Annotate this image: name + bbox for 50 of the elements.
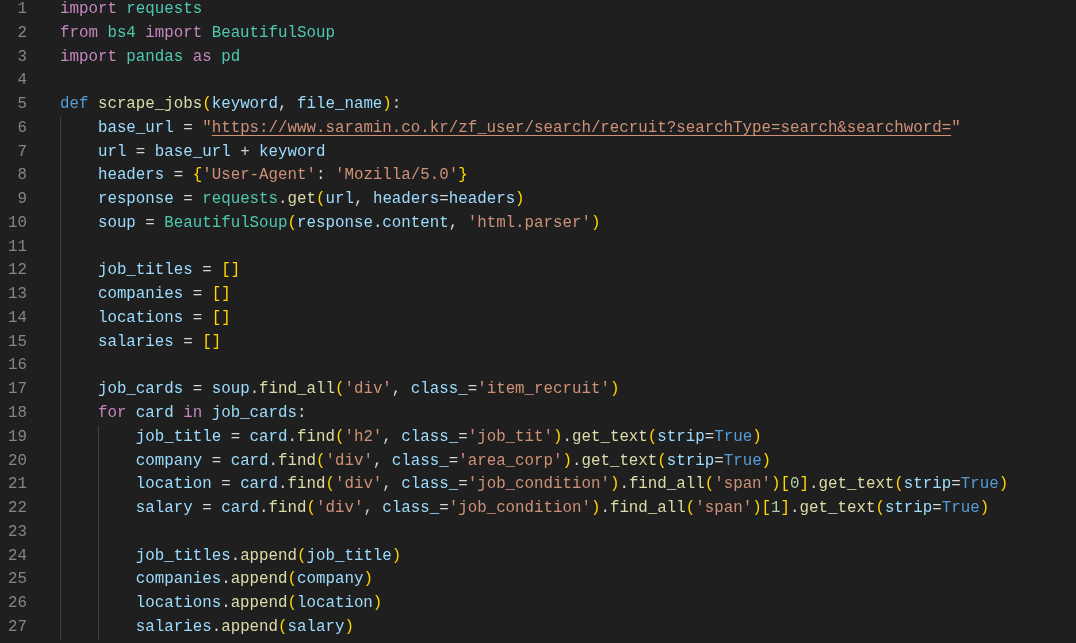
line-number: 11 xyxy=(7,236,27,258)
code-line: location = card.find('div', class_='job_condition').find_all('span')[0].get_text(strip=True) xyxy=(134,474,1009,496)
code-line: locations.append(location) xyxy=(134,593,383,615)
line-number: 19 xyxy=(7,426,27,448)
line-number: 17 xyxy=(7,379,27,401)
code-line: import requests xyxy=(60,0,203,20)
line-number: 1 xyxy=(16,0,27,20)
line-number: 21 xyxy=(7,474,27,496)
line-number: 4 xyxy=(16,70,27,92)
code-line: headers = {'User-Agent': 'Mozilla/5.0'} xyxy=(96,165,468,187)
line-number: 12 xyxy=(7,260,27,282)
line-number: 9 xyxy=(16,189,27,211)
code-line: from bs4 import BeautifulSoup xyxy=(60,22,335,44)
line-number: 15 xyxy=(7,331,27,353)
line-number: 20 xyxy=(7,450,27,472)
code-line: import pandas as pd xyxy=(60,46,241,68)
code-line: for card in job_cards: xyxy=(96,403,307,424)
line-number: 23 xyxy=(7,521,27,543)
code-line: companies.append(company) xyxy=(134,569,373,591)
code-line: locations = [] xyxy=(96,307,231,329)
line-number: 8 xyxy=(16,165,27,187)
line-number: 24 xyxy=(7,545,27,567)
code-line: job_title = card.find('h2', class_='job_tit').get_text(strip=True) xyxy=(134,426,762,448)
code-line: companies = [] xyxy=(96,284,231,306)
code-line: job_titles.append(job_title) xyxy=(134,545,402,567)
line-number: 5 xyxy=(16,94,27,116)
line-number: 13 xyxy=(7,284,27,306)
line-number: 27 xyxy=(7,616,27,638)
line-number: 7 xyxy=(16,141,27,163)
code-line: soup = BeautifulSoup(response.content, 'html.parser') xyxy=(96,212,601,234)
line-number: 16 xyxy=(7,355,27,377)
line-number: 3 xyxy=(16,46,27,68)
line-number: 2 xyxy=(16,22,27,44)
code-line: job_titles = [] xyxy=(96,260,241,282)
code-line: response = requests.get(url, headers=headers) xyxy=(96,189,525,211)
code-line: salaries.append(salary) xyxy=(134,616,354,638)
code-line: base_url = "https://www.saramin.co.kr/zf_user/search/recruit?searchType=search&searchword=" xyxy=(96,117,961,139)
line-number: 25 xyxy=(7,569,27,591)
code-line: job_cards = soup.find_all('div', class_='item_recruit') xyxy=(96,379,620,401)
code-line: salaries = [] xyxy=(96,331,222,353)
line-number: 18 xyxy=(7,403,27,424)
code-line: url = base_url + keyword xyxy=(96,141,326,163)
line-number: 14 xyxy=(7,307,27,329)
code-line: def scrape_jobs(keyword, file_name): xyxy=(60,94,402,116)
line-number: 22 xyxy=(7,498,27,520)
code-line: company = card.find('div', class_='area_corp').get_text(strip=True) xyxy=(134,450,772,472)
line-number: 10 xyxy=(7,212,27,234)
line-number: 26 xyxy=(7,593,27,615)
code-line: salary = card.find('div', class_='job_condition').find_all('span')[1].get_text(strip=True) xyxy=(134,498,990,520)
line-number: 6 xyxy=(16,117,27,139)
